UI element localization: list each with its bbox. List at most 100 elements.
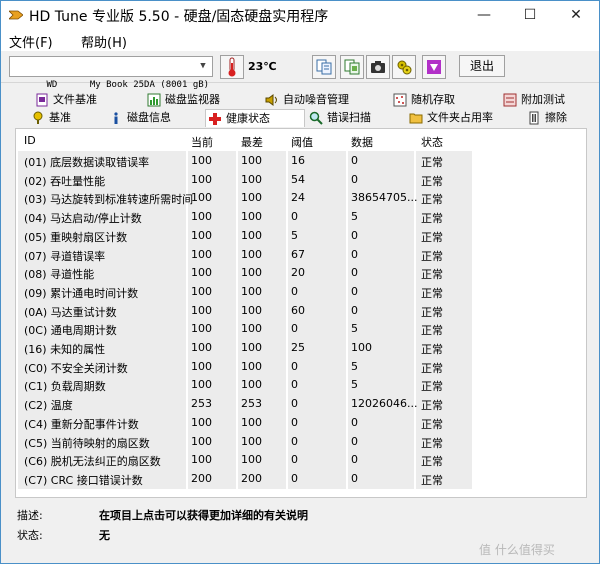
attribute-id-cell: (0A) 马达重试计数 xyxy=(24,305,117,319)
minimize-button[interactable]: — xyxy=(461,1,507,29)
toolbar: WD My Book 25DA (8001 gB) ▼ 23℃ 退出 xyxy=(1,51,599,90)
table-row[interactable]: (0A) 马达重试计数 100 100 60 0 正常 xyxy=(16,301,586,320)
table-row[interactable]: (C1) 负载周期数 100 100 0 5 正常 xyxy=(16,375,586,394)
tab-health[interactable]: 健康状态 xyxy=(205,109,305,127)
tab-benchmark[interactable]: 基准 xyxy=(29,109,71,127)
worst-cell: 100 xyxy=(241,434,262,448)
screenshot-button[interactable] xyxy=(366,55,390,79)
status-cell: 正常 xyxy=(421,343,443,356)
data-cell: 5 xyxy=(351,359,358,373)
tab-erase[interactable]: 擦除 xyxy=(525,109,567,127)
tab-extra-tests[interactable]: 附加测试 xyxy=(501,91,565,109)
tab-file-benchmark[interactable]: 文件基准 xyxy=(33,91,97,109)
tab-label: 擦除 xyxy=(545,111,567,124)
table-row[interactable]: (07) 寻道错误率 100 100 67 0 正常 xyxy=(16,245,586,264)
table-row[interactable]: (C2) 温度 253 253 0 12026046... 正常 xyxy=(16,394,586,413)
worst-cell: 100 xyxy=(241,154,262,167)
threshold-cell: 0 xyxy=(291,397,298,411)
status-label: 状态: xyxy=(17,529,43,542)
table-row[interactable]: (C6) 脱机无法纠正的扇区数 100 100 0 0 正常 xyxy=(16,450,586,469)
exit-button[interactable]: 退出 xyxy=(459,55,505,77)
tab-random-access[interactable]: 随机存取 xyxy=(391,91,455,109)
table-header: ID 当前 最差 阈值 数据 状态 xyxy=(16,129,586,151)
copy-screenshot-icon xyxy=(344,59,360,75)
current-cell: 100 xyxy=(191,322,212,336)
save-icon xyxy=(427,60,441,74)
table-row[interactable]: (C4) 重新分配事件计数 100 100 0 0 正常 xyxy=(16,413,586,432)
title-bar: HD Tune 专业版 5.50 - 硬盘/固态硬盘实用程序 — ☐ ✕ xyxy=(1,1,599,29)
data-cell: 0 xyxy=(351,154,358,167)
threshold-cell: 60 xyxy=(291,303,305,317)
header-current[interactable]: 当前 xyxy=(191,134,213,150)
threshold-cell: 0 xyxy=(291,434,298,448)
status-cell: 正常 xyxy=(421,249,443,263)
current-cell: 200 xyxy=(191,471,212,485)
save-button[interactable] xyxy=(422,55,446,79)
table-row[interactable]: (04) 马达启动/停止计数 100 100 0 5 正常 xyxy=(16,207,586,226)
watermark: 值 什么值得买 xyxy=(479,543,555,557)
data-cell: 0 xyxy=(351,172,358,186)
tab-row-upper: 文件基准 磁盘监视器 自动噪音管理 随机存取 附加测试 xyxy=(15,91,587,109)
tab-row-lower: 基准 磁盘信息 健康状态 错误扫描 文件夹占用率 擦除 xyxy=(15,109,587,127)
tab-label: 基准 xyxy=(49,111,71,124)
menu-file[interactable]: 文件(F) xyxy=(9,32,53,51)
threshold-cell: 0 xyxy=(291,378,298,392)
worst-cell: 100 xyxy=(241,453,262,467)
header-status[interactable]: 状态 xyxy=(421,134,443,150)
tab-error-scan[interactable]: 错误扫描 xyxy=(307,109,371,127)
table-row[interactable]: (0C) 通电周期计数 100 100 0 5 正常 xyxy=(16,319,586,338)
current-cell: 100 xyxy=(191,266,212,280)
window-title: HD Tune 专业版 5.50 - 硬盘/固态硬盘实用程序 xyxy=(29,9,329,25)
file-benchmark-icon xyxy=(36,93,48,107)
tab-noise-management[interactable]: 自动噪音管理 xyxy=(263,91,349,109)
table-row[interactable]: (05) 重映射扇区计数 100 100 5 0 正常 xyxy=(16,226,586,245)
current-cell: 253 xyxy=(191,397,212,411)
data-cell: 100 xyxy=(351,341,372,354)
current-cell: 100 xyxy=(191,303,212,317)
menu-help[interactable]: 帮助(H) xyxy=(81,32,127,51)
table-row[interactable]: (08) 寻道性能 100 100 20 0 正常 xyxy=(16,263,586,282)
table-row[interactable]: (01) 底层数据读取错误率 100 100 16 0 正常 xyxy=(16,151,586,170)
tab-label: 附加测试 xyxy=(521,93,565,106)
table-row[interactable]: (09) 累计通电时间计数 100 100 0 0 正常 xyxy=(16,282,586,301)
maximize-button[interactable]: ☐ xyxy=(507,1,553,29)
drive-select[interactable]: WD My Book 25DA (8001 gB) ▼ xyxy=(9,56,213,90)
status-value: 无 xyxy=(99,529,110,542)
table-row[interactable]: (C7) CRC 接口错误计数 200 200 0 0 正常 xyxy=(16,469,586,488)
tab-disk-monitor[interactable]: 磁盘监视器 xyxy=(145,91,220,109)
attribute-id-cell: (C7) CRC 接口错误计数 xyxy=(24,473,143,487)
status-cell: 正常 xyxy=(421,268,443,282)
table-row[interactable]: (16) 未知的属性 100 100 25 100 正常 xyxy=(16,338,586,357)
table-row[interactable]: (C5) 当前待映射的扇区数 100 100 0 0 正常 xyxy=(16,432,586,451)
app-window: HD Tune 专业版 5.50 - 硬盘/固态硬盘实用程序 — ☐ ✕ 文件(… xyxy=(0,0,600,564)
copy-text-button[interactable] xyxy=(312,55,336,79)
worst-cell: 200 xyxy=(241,471,262,485)
smart-table: ID 当前 最差 阈值 数据 状态 (01) 底层数据读取错误率 100 100 16… xyxy=(15,128,587,498)
threshold-cell: 16 xyxy=(291,154,305,167)
worst-cell: 100 xyxy=(241,359,262,373)
tab-label: 错误扫描 xyxy=(327,111,371,124)
table-row[interactable]: (C0) 不安全关闭计数 100 100 0 5 正常 xyxy=(16,357,586,376)
data-cell: 12026046... xyxy=(351,397,418,411)
current-cell: 100 xyxy=(191,453,212,467)
header-id[interactable]: ID xyxy=(24,134,36,147)
attribute-id-cell: (04) 马达启动/停止计数 xyxy=(24,212,142,226)
options-button[interactable] xyxy=(392,55,416,79)
tab-disk-info[interactable]: 磁盘信息 xyxy=(107,109,171,127)
current-cell: 100 xyxy=(191,434,212,448)
header-data[interactable]: 数据 xyxy=(351,134,373,150)
header-worst[interactable]: 最差 xyxy=(241,134,263,150)
close-button[interactable]: ✕ xyxy=(553,1,599,29)
data-cell: 0 xyxy=(351,247,358,261)
worst-cell: 100 xyxy=(241,415,262,429)
attribute-id-cell: (08) 寻道性能 xyxy=(24,268,95,282)
current-cell: 100 xyxy=(191,341,212,354)
tab-label: 文件基准 xyxy=(53,93,97,106)
table-row[interactable]: (03) 马达旋转到标准转速所需时间 100 100 24 38654705... 正常 xyxy=(16,188,586,207)
tab-folder-usage[interactable]: 文件夹占用率 xyxy=(407,109,493,127)
header-threshold[interactable]: 阈值 xyxy=(291,134,313,150)
camera-icon xyxy=(371,61,385,73)
table-row[interactable]: (02) 吞吐量性能 100 100 54 0 正常 xyxy=(16,170,586,189)
copy-screenshot-button[interactable] xyxy=(340,55,364,79)
drive-select-value: WD My Book 25DA (8001 gB) xyxy=(46,80,210,90)
